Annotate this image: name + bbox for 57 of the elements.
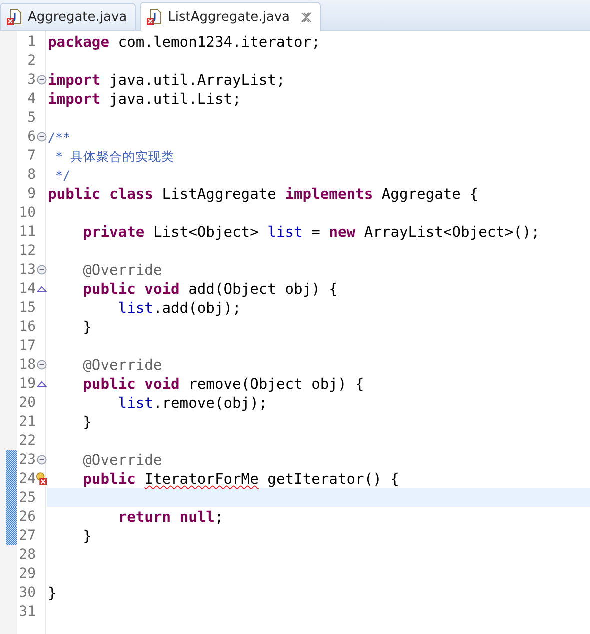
line-number: 13 [18, 262, 36, 278]
line-number: 28 [18, 546, 36, 562]
line-number: 10 [18, 204, 36, 220]
code-line: } [82, 528, 92, 545]
code-line: list.add(obj); [117, 300, 242, 317]
java-file-error-icon [7, 9, 23, 25]
close-icon[interactable] [301, 12, 312, 22]
line-number: 6 [26, 128, 36, 144]
line-number: 11 [18, 224, 36, 240]
line-number: 12 [18, 242, 36, 258]
code-line: @Override [82, 262, 162, 279]
code-line: } [82, 414, 92, 431]
code-line: public void remove(Object obj) { [82, 376, 364, 393]
code-line: @Override [82, 452, 162, 469]
line-number: 8 [26, 166, 36, 182]
line-number: 22 [18, 432, 36, 448]
line-number: 15 [18, 300, 36, 316]
line-number: 20 [18, 394, 36, 410]
code-line: /** [48, 129, 71, 146]
line-number: 30 [18, 584, 36, 600]
line-number: 21 [18, 414, 36, 430]
editor-tab[interactable]: Aggregate.java [0, 3, 136, 30]
code-line: public void add(Object obj) { [82, 281, 338, 298]
line-number: 25 [18, 490, 36, 506]
java-file-error-icon [147, 9, 164, 25]
line-number: 31 [18, 604, 36, 620]
code-line: list.remove(obj); [117, 395, 268, 412]
line-number: 24 [18, 470, 36, 486]
code-line: */ [54, 167, 71, 184]
line-number: 19 [18, 376, 36, 392]
line-number: 23 [18, 452, 36, 468]
code-line: @Override [82, 357, 162, 374]
editor-tab[interactable]: ListAggregate.java [140, 2, 322, 31]
line-number: 3 [26, 72, 36, 88]
code-line: package com.lemon1234.iterator; [48, 34, 320, 51]
line-number: 5 [26, 110, 36, 126]
line-number: 18 [18, 356, 36, 372]
code-line: } [48, 585, 57, 602]
code-line: return null; [117, 509, 224, 526]
line-number: 27 [18, 528, 36, 544]
code-line: public IteratorForMe getIterator() { [82, 471, 400, 488]
line-number: 2 [26, 52, 36, 68]
line-number: 17 [18, 338, 36, 354]
line-number: 16 [18, 318, 36, 334]
line-number: 26 [18, 508, 36, 524]
code-line: private List<Object> list = new ArrayList<Object>(); [82, 224, 540, 241]
code-line: import java.util.List; [48, 91, 242, 108]
line-number: 7 [26, 148, 36, 164]
line-number: 14 [18, 280, 36, 296]
code-line: } [82, 319, 92, 336]
line-number: 29 [18, 566, 36, 582]
code-line: import java.util.ArrayList; [48, 72, 286, 89]
line-number: 9 [26, 186, 36, 202]
code-line: public class ListAggregate implements Aggregate { [48, 186, 479, 203]
code-line: * 具体聚合的实现类 [54, 148, 175, 164]
line-number: 4 [26, 90, 36, 106]
line-number: 1 [26, 34, 36, 50]
